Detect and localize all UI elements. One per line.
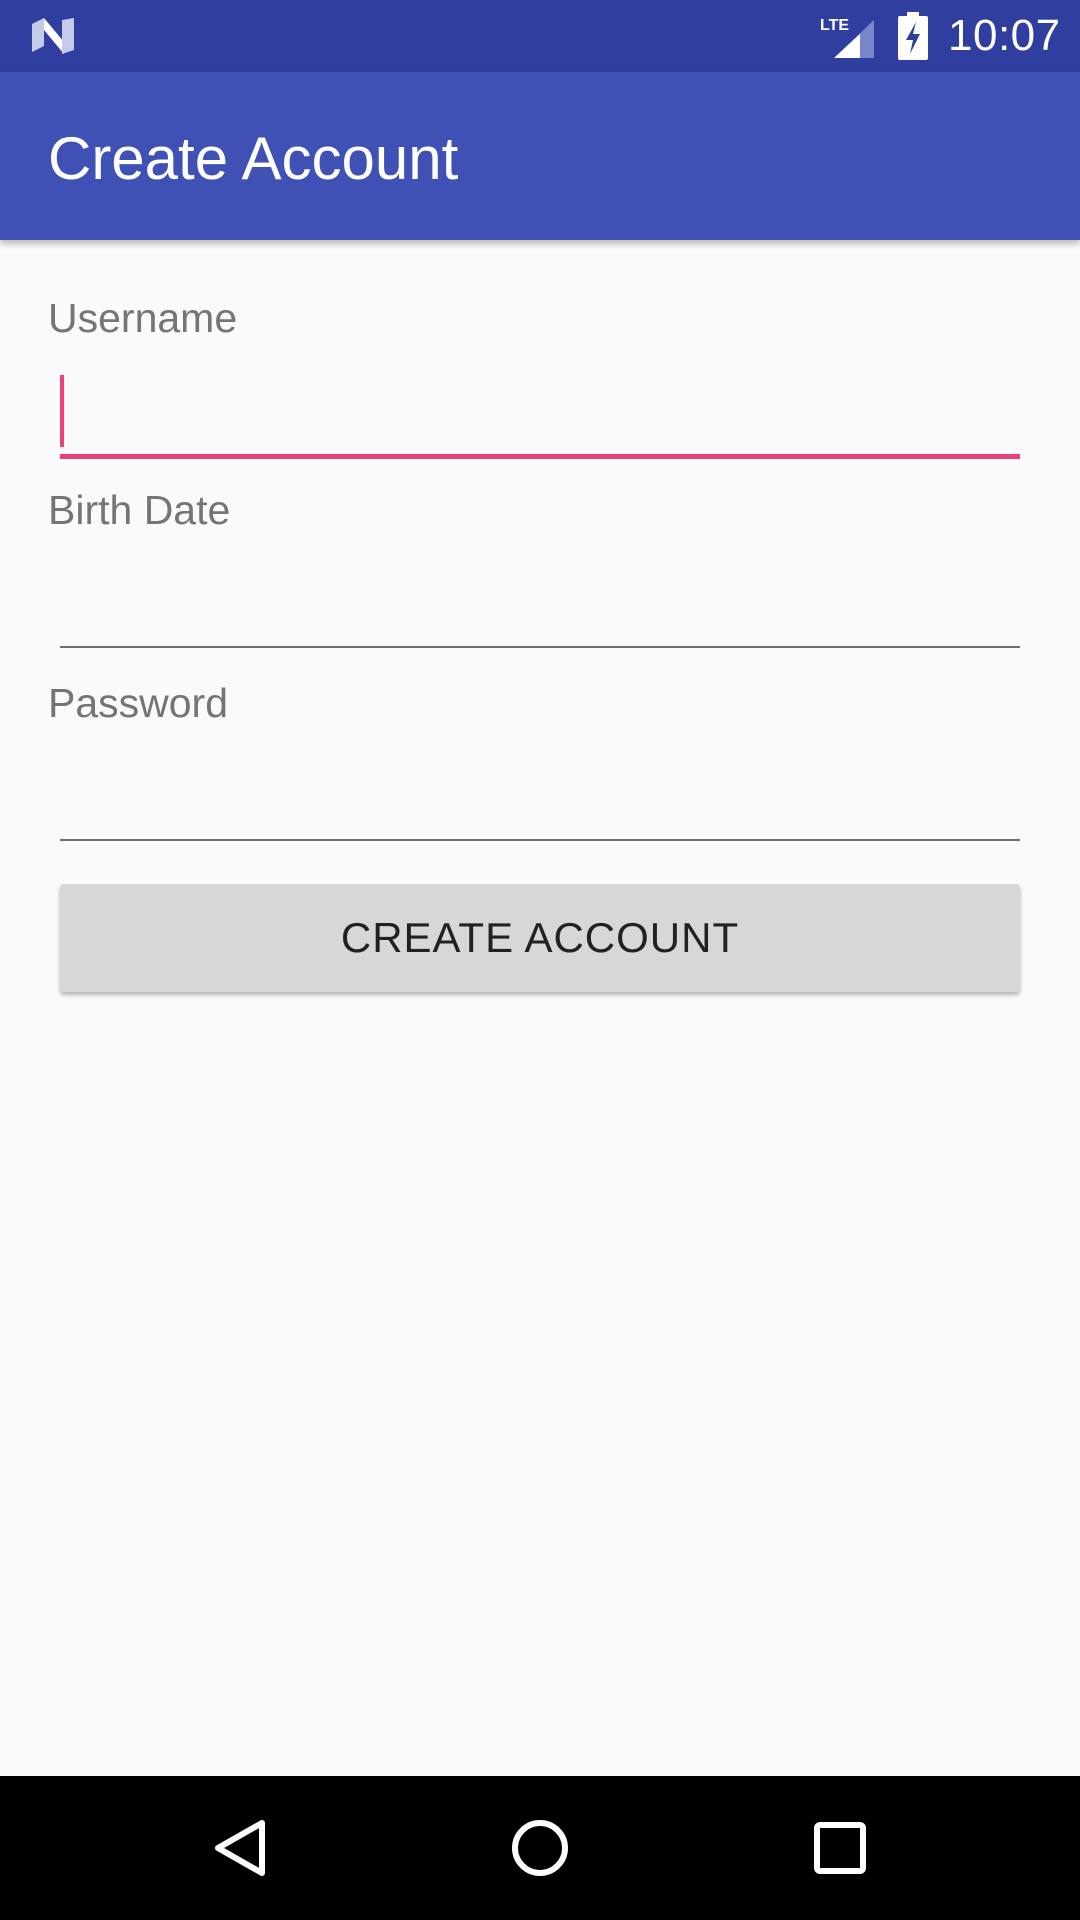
page-title: Create Account [48, 125, 459, 192]
navigation-bar [0, 1776, 1080, 1920]
create-account-screen: LTE 10:07 Create Account Username Birth … [0, 0, 1080, 1920]
password-field[interactable] [60, 756, 1020, 836]
lte-label: LTE [820, 17, 849, 34]
status-bar: LTE 10:07 [0, 0, 1080, 72]
back-button[interactable] [190, 1798, 290, 1898]
home-icon [512, 1820, 568, 1876]
battery-charging-icon [898, 12, 928, 60]
password-label: Password [48, 680, 229, 726]
android-n-icon [32, 18, 74, 54]
username-label: Username [48, 295, 238, 341]
recents-icon [814, 1822, 866, 1874]
username-underline [60, 454, 1020, 459]
create-account-button[interactable]: CREATE ACCOUNT [60, 884, 1020, 992]
status-clock: 10:07 [948, 11, 1061, 60]
home-button[interactable] [490, 1798, 590, 1898]
text-cursor [60, 375, 64, 447]
app-bar: Create Account [0, 72, 1080, 240]
username-field[interactable] [60, 372, 1020, 452]
recents-button[interactable] [790, 1798, 890, 1898]
birth-date-field[interactable] [60, 564, 1020, 644]
birth-date-label: Birth Date [48, 487, 231, 533]
birth-date-underline [60, 646, 1020, 648]
lte-signal-icon: LTE [820, 17, 874, 58]
back-icon [215, 1820, 265, 1876]
password-underline [60, 839, 1020, 841]
